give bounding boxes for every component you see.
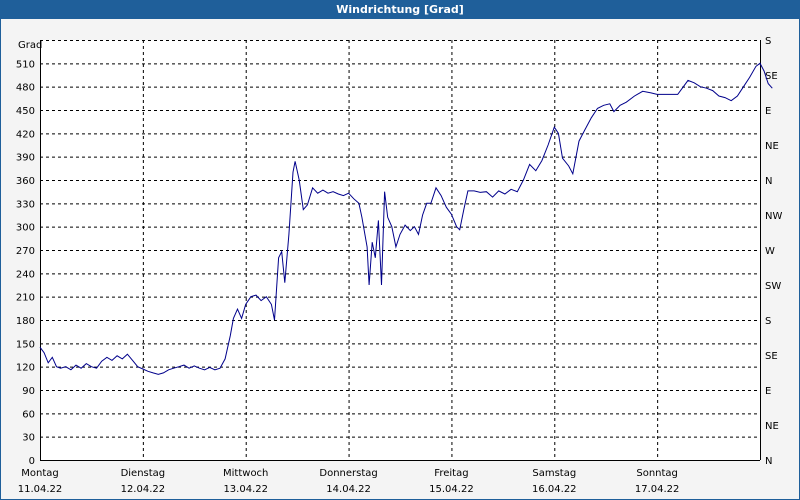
y-tick-label: 270 [16, 246, 35, 257]
right-tick-label: E [765, 106, 771, 117]
y-tick-label: 120 [16, 363, 35, 374]
y-tick-label: 330 [16, 199, 35, 210]
x-tick-date: 13.04.22 [223, 484, 268, 495]
y-tick-label: 420 [16, 129, 35, 140]
y-axis-title: Grad [18, 40, 42, 51]
y-tick-label: 240 [16, 269, 35, 280]
right-tick-label: W [765, 246, 775, 257]
right-tick-label: SE [765, 351, 778, 362]
right-tick-label: NE [765, 141, 779, 152]
y-tick-label: 180 [16, 316, 35, 327]
x-tick-day: Mittwoch [223, 468, 268, 479]
y-tick-label: 360 [16, 176, 35, 187]
right-tick-label: NW [765, 211, 782, 222]
x-tick-day: Donnerstag [319, 468, 377, 479]
right-tick-label: S [765, 316, 771, 327]
chart-canvas: 0 30 60 90 120 150 180 210 240 270 300 330 360 390 420… [16, 36, 783, 495]
y-tick-label: 30 [22, 433, 35, 444]
x-tick-date: 17.04.22 [635, 484, 680, 495]
x-axis-labels: Montag 11.04.22 Dienstag 12.04.22 Mittwoch 13… [18, 468, 680, 495]
right-tick-label: N [765, 176, 772, 187]
y-tick-label: 0 [29, 456, 35, 467]
x-tick-day: Freitag [434, 468, 468, 479]
x-tick-day: Montag [21, 468, 58, 479]
y-tick-label: 510 [16, 59, 35, 70]
y-tick-label: 450 [16, 106, 35, 117]
x-tick-date: 12.04.22 [121, 484, 166, 495]
x-tick-date: 15.04.22 [429, 484, 474, 495]
y-tick-label: 300 [16, 223, 35, 234]
y-tick-label: 210 [16, 293, 35, 304]
y-tick-label: 480 [16, 83, 35, 94]
right-tick-label: NE [765, 421, 779, 432]
y-tick-label: 60 [22, 409, 35, 420]
right-axis-labels: NNEESESSWWNWNNEESES [765, 36, 782, 467]
x-tick-date: 16.04.22 [532, 484, 577, 495]
x-tick-date: 11.04.22 [18, 484, 63, 495]
x-tick-day: Sonntag [636, 468, 678, 479]
y-tick-label: 390 [16, 153, 35, 164]
right-tick-label: S [765, 36, 771, 47]
x-tick-day: Samstag [532, 468, 576, 479]
y-axis-labels: 0 30 60 90 120 150 180 210 240 270 300 330 360 390 420… [16, 59, 35, 467]
y-tick-label: 90 [22, 386, 35, 397]
x-tick-date: 14.04.22 [326, 484, 371, 495]
right-tick-label: SW [765, 281, 781, 292]
right-tick-label: N [765, 456, 772, 467]
x-tick-day: Dienstag [121, 468, 166, 479]
right-tick-label: E [765, 386, 771, 397]
y-tick-label: 150 [16, 339, 35, 350]
